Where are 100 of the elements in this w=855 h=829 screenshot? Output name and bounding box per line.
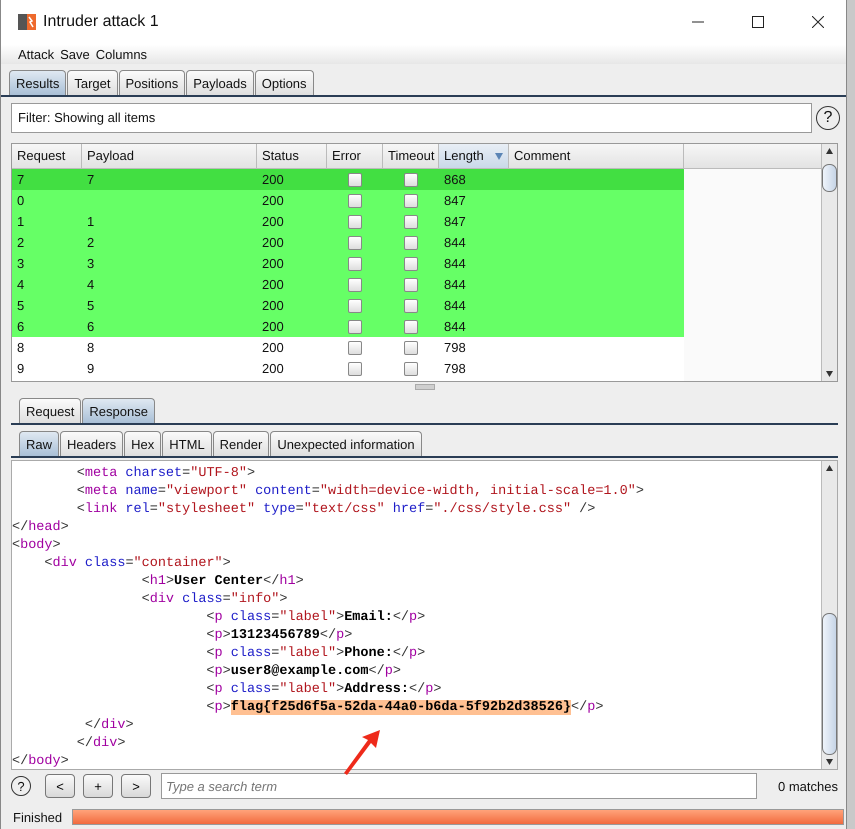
checkbox[interactable] [404, 298, 418, 312]
scroll-up-icon[interactable] [826, 148, 833, 154]
checkbox[interactable] [348, 236, 362, 250]
tab[interactable]: Raw [19, 431, 60, 456]
scrollbar[interactable] [821, 461, 837, 769]
search-nav-button[interactable]: < [45, 774, 75, 798]
table-cell: 200 [262, 172, 284, 187]
scroll-thumb[interactable] [822, 164, 837, 192]
checkbox[interactable] [404, 320, 418, 334]
help-button[interactable]: ? [11, 776, 31, 796]
help-button[interactable]: ? [816, 106, 840, 130]
table-row[interactable]: 0 200 847 [12, 190, 684, 211]
checkbox[interactable] [404, 214, 418, 228]
search-nav-button[interactable]: + [83, 774, 113, 798]
code-line: <p>13123456789</p> [205, 627, 354, 645]
table-cell: 6 [17, 319, 24, 334]
table-row[interactable]: 1 1 200 847 [12, 211, 684, 232]
checkbox[interactable] [348, 214, 362, 228]
column-header[interactable]: Payload [82, 144, 257, 168]
tab[interactable]: Positions [118, 70, 186, 95]
table-cell: 4 [17, 277, 24, 292]
code-line: <div class="container"> [43, 555, 232, 573]
column-header[interactable]: Length [439, 144, 509, 168]
tab[interactable]: Hex [124, 431, 162, 456]
checkbox[interactable] [348, 256, 362, 270]
column-header[interactable]: Error [327, 144, 383, 168]
table-row[interactable]: 5 5 200 844 [12, 295, 684, 316]
code-line: </body> [12, 753, 70, 771]
checkbox[interactable] [404, 340, 418, 354]
column-header[interactable]: Request [12, 144, 82, 168]
filter-bar[interactable]: Filter: Showing all items [11, 103, 812, 133]
checkbox[interactable] [348, 194, 362, 208]
code-line: </div> [76, 735, 126, 753]
table-row[interactable]: 7 7 200 868 [12, 169, 684, 190]
menu-item[interactable]: Save [60, 46, 90, 62]
tab[interactable]: Target [67, 70, 118, 95]
tab[interactable]: Payloads [186, 70, 254, 95]
tab[interactable]: HTML [162, 431, 212, 456]
table-cell: 844 [444, 256, 466, 271]
menu-item[interactable]: Columns [96, 46, 148, 62]
table-cell: 847 [444, 214, 466, 229]
menu-item[interactable]: Attack [18, 46, 54, 62]
tab[interactable]: Render [212, 431, 270, 456]
search-field[interactable]: Type a search term [161, 773, 757, 799]
table-row[interactable]: 2 2 200 844 [12, 232, 684, 253]
maximize-icon[interactable] [752, 16, 764, 28]
table-cell: 3 [87, 256, 94, 271]
checkbox[interactable] [348, 172, 362, 186]
search-nav-button[interactable]: > [121, 774, 151, 798]
app-logo-icon [17, 12, 37, 32]
annotation-arrow [342, 729, 382, 775]
splitter-handle[interactable] [414, 384, 434, 390]
tab[interactable]: Headers [60, 431, 124, 456]
table-cell: 200 [262, 193, 284, 208]
code-line: </div> [84, 717, 135, 735]
table-cell: 8 [87, 340, 94, 355]
table-cell: 200 [262, 277, 284, 292]
table-row[interactable]: 6 6 200 844 [12, 316, 684, 337]
table-cell: 844 [444, 235, 466, 250]
table-row[interactable]: 3 3 200 844 [12, 253, 684, 274]
table-cell: 798 [444, 340, 466, 355]
scroll-down-icon[interactable] [826, 371, 833, 377]
table-cell: 5 [17, 298, 24, 313]
column-header[interactable]: Status [257, 144, 327, 168]
code-line: <p>user8@example.com</p> [205, 663, 402, 681]
checkbox[interactable] [404, 278, 418, 292]
checkbox[interactable] [348, 340, 362, 354]
code-line: <p>flag{f25d6f5a-52da-44a0-b6da-5f92b2d38526}</p> [205, 699, 604, 717]
scroll-up-icon[interactable] [826, 465, 833, 471]
table-row[interactable]: 4 4 200 844 [12, 274, 684, 295]
table-cell: 9 [87, 361, 94, 376]
table-cell: 200 [262, 235, 284, 250]
table-cell: 2 [87, 235, 94, 250]
scroll-thumb[interactable] [822, 613, 837, 755]
checkbox[interactable] [404, 256, 418, 270]
tab[interactable]: Unexpected information [270, 431, 422, 456]
table-cell: 200 [262, 361, 284, 376]
table-cell: 5 [87, 298, 94, 313]
checkbox[interactable] [404, 362, 418, 376]
checkbox[interactable] [404, 172, 418, 186]
tab[interactable]: Options [254, 70, 314, 95]
tab[interactable]: Results [9, 70, 66, 95]
scrollbar[interactable] [821, 144, 837, 381]
match-count: 0 matches [778, 778, 838, 794]
tab[interactable]: Response [82, 398, 155, 423]
checkbox[interactable] [348, 298, 362, 312]
table-cell: 844 [444, 298, 466, 313]
checkbox[interactable] [348, 362, 362, 376]
checkbox[interactable] [404, 194, 418, 208]
table-cell: 844 [444, 277, 466, 292]
tab[interactable]: Request [19, 398, 82, 423]
scroll-down-icon[interactable] [826, 759, 833, 765]
checkbox[interactable] [404, 236, 418, 250]
table-cell: 2 [17, 235, 24, 250]
checkbox[interactable] [348, 320, 362, 334]
table-cell: 844 [444, 319, 466, 334]
table-cell: 200 [262, 340, 284, 355]
checkbox[interactable] [348, 278, 362, 292]
close-icon[interactable] [812, 16, 824, 28]
table-cell: 9 [17, 361, 24, 376]
